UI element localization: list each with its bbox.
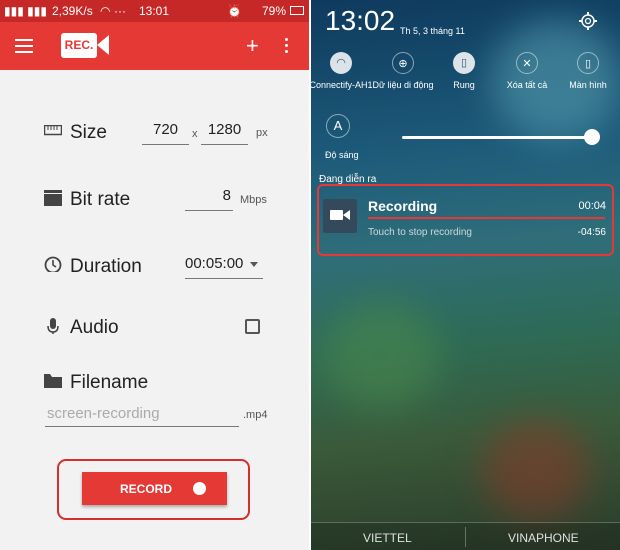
close-icon: ✕ <box>522 58 532 70</box>
clock: 13:02 <box>325 5 396 36</box>
wallpaper-blob <box>321 300 441 410</box>
recording-notification[interactable]: Recording 00:04 Touch to stop recording … <box>319 190 612 248</box>
logo-text: REC. <box>61 33 97 58</box>
wifi-icon: ◠ <box>100 4 111 18</box>
add-icon[interactable]: + <box>246 35 259 57</box>
app-logo: REC. <box>61 33 111 58</box>
dropdown-arrow-icon <box>250 262 258 267</box>
duration-value: 00:05:00 <box>185 255 244 272</box>
alarm-icon: ⏰ <box>227 4 242 18</box>
size-unit: px <box>256 127 268 139</box>
notification-shade: 13:02 Th 5, 3 tháng 11 ◠ Connectify-AH1 … <box>311 0 620 550</box>
menu-icon[interactable] <box>15 39 33 53</box>
globe-icon: ⊕ <box>398 58 408 70</box>
qs-mobile-data[interactable]: ⊕ Dữ liệu di động <box>368 52 438 90</box>
folder-icon <box>44 374 62 388</box>
size-separator: x <box>192 128 198 140</box>
carrier-bar: VIETTEL VINAPHONE <box>311 522 620 550</box>
screen-icon: ▯ <box>584 58 592 70</box>
notification-title: Recording <box>368 198 438 214</box>
more-dots: ··· <box>114 4 126 18</box>
bitrate-label: Bit rate <box>70 189 131 210</box>
auto-brightness-icon[interactable]: A <box>326 114 350 138</box>
height-input[interactable]: 1280 <box>201 121 248 145</box>
qs-clear-all[interactable]: ✕ Xóa tất cả <box>492 52 562 90</box>
audio-label: Audio <box>70 317 119 338</box>
notification-subtitle: Touch to stop recording <box>368 227 472 238</box>
qs-screen-label: Màn hình <box>569 80 607 90</box>
qs-wifi[interactable]: ◠ Connectify-AH1 <box>311 52 376 90</box>
signal-icon: ▮▮▮ ▮▮▮ <box>4 4 47 18</box>
qs-clear-all-label: Xóa tất cả <box>506 80 548 90</box>
qs-wifi-label: Connectify-AH1 <box>311 80 373 90</box>
status-time: 13:01 <box>139 4 170 18</box>
qs-mobile-data-label: Dữ liệu di động <box>372 80 434 90</box>
gear-icon[interactable] <box>578 11 598 31</box>
filename-label: Filename <box>70 372 149 393</box>
qs-screen[interactable]: ▯ Màn hình <box>553 52 620 90</box>
bitrate-input[interactable]: 8 <box>185 187 233 211</box>
record-dot-icon <box>193 482 206 495</box>
qs-vibrate-label: Rung <box>453 80 475 90</box>
size-label: Size <box>70 122 107 143</box>
brightness-slider-knob[interactable] <box>584 129 600 145</box>
duration-label: Duration <box>70 256 142 277</box>
app-screen: ▮▮▮ ▮▮▮ 2,39K/s ◠ ··· 13:01 ⏰ 79% REC. +… <box>0 0 309 550</box>
more-options-icon[interactable] <box>285 38 289 54</box>
clapperboard-icon <box>44 190 62 206</box>
notification-remaining: -04:56 <box>577 227 606 238</box>
record-label: RECORD <box>120 482 173 496</box>
network-speed: 2,39K/s <box>52 4 93 18</box>
vibrate-icon: ▯ <box>460 57 468 69</box>
battery-percent: 79% <box>262 4 287 18</box>
date: Th 5, 3 tháng 11 <box>400 26 465 36</box>
record-button[interactable]: RECORD <box>82 472 227 505</box>
duration-select[interactable]: 00:05:00 <box>185 255 263 279</box>
carrier-divider <box>465 527 466 547</box>
camera-icon <box>97 35 109 55</box>
ruler-icon <box>44 125 62 136</box>
brightness-slider[interactable] <box>402 136 593 139</box>
recorder-app-icon <box>323 199 357 233</box>
wifi-icon: ◠ <box>336 57 346 69</box>
notification-progress <box>368 217 605 219</box>
carrier-1: VIETTEL <box>363 531 412 545</box>
microphone-icon <box>47 318 59 334</box>
carrier-2: VINAPHONE <box>508 531 579 545</box>
app-bar: REC. + <box>0 22 309 70</box>
filename-extension: .mp4 <box>243 409 268 421</box>
bitrate-unit: Mbps <box>240 194 267 206</box>
width-input[interactable]: 720 <box>142 121 189 145</box>
battery-icon <box>290 6 304 15</box>
status-bar: ▮▮▮ ▮▮▮ 2,39K/s ◠ ··· 13:01 ⏰ 79% <box>0 0 309 22</box>
audio-checkbox[interactable] <box>245 319 260 334</box>
wallpaper-blob <box>481 420 591 520</box>
clock-icon <box>44 256 62 272</box>
notification-elapsed: 00:04 <box>578 200 606 212</box>
qs-vibrate[interactable]: ▯ Rung <box>429 52 499 90</box>
brightness-label: Độ sáng <box>325 150 359 160</box>
filename-input[interactable]: screen-recording <box>45 405 239 427</box>
